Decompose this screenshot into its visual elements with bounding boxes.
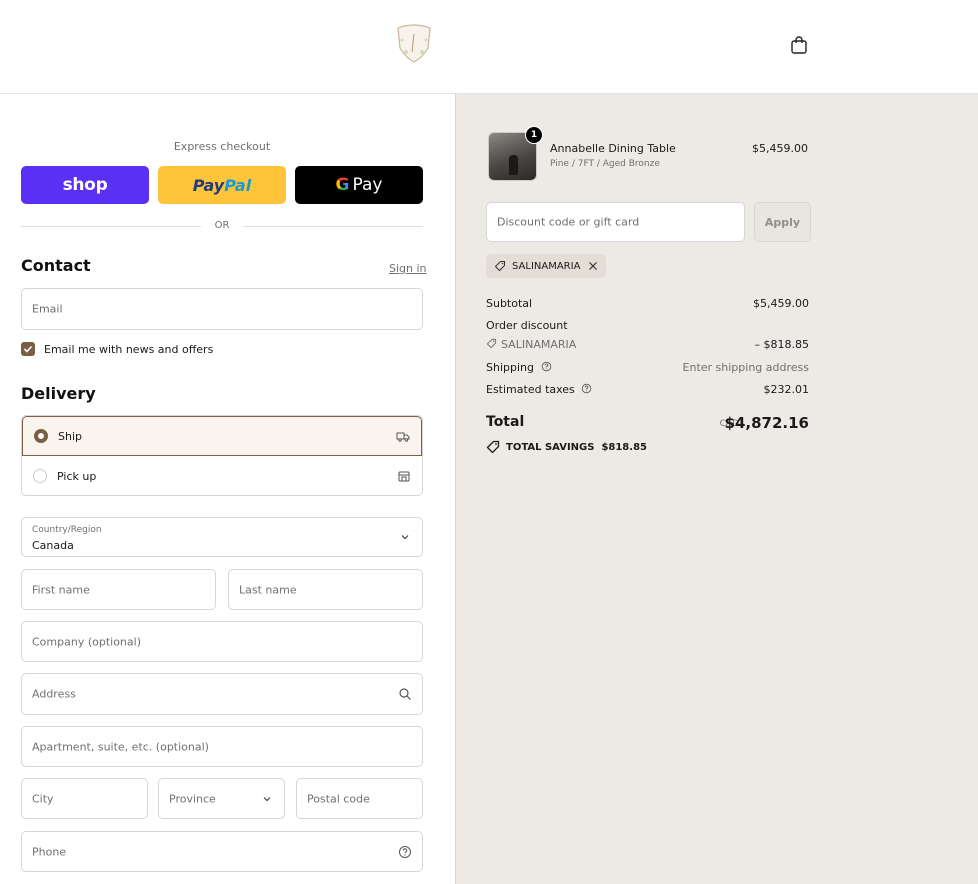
shop-pay-button[interactable]: shop xyxy=(21,166,149,204)
apply-label: Apply xyxy=(764,215,801,229)
apartment-placeholder: Apartment, suite, etc. (optional) xyxy=(32,740,209,753)
subtotal-value: $5,459.00 xyxy=(753,297,809,310)
email-placeholder: Email xyxy=(32,302,63,316)
ship-radio[interactable] xyxy=(34,429,48,443)
province-select[interactable]: Province xyxy=(158,778,285,819)
address-field[interactable]: Address xyxy=(21,673,423,715)
taxes-value: $232.01 xyxy=(763,383,810,396)
pickup-radio[interactable] xyxy=(33,469,47,483)
shopping-bag-icon[interactable] xyxy=(788,34,810,56)
taxes-label: Estimated taxes xyxy=(486,383,575,396)
search-icon xyxy=(399,688,411,700)
delivery-option-pickup[interactable]: Pick up xyxy=(22,456,422,495)
savings-tag-icon xyxy=(486,440,500,454)
order-summary: 1 Annabelle Dining Table Pine / 7FT / Ag… xyxy=(455,94,978,884)
apply-discount-button[interactable]: Apply xyxy=(754,202,811,242)
discount-code-row: SALINAMARIA – $818.85 xyxy=(486,338,809,351)
province-placeholder: Province xyxy=(169,792,216,805)
discount-value: – $818.85 xyxy=(754,338,809,351)
shipping-value: Enter shipping address xyxy=(682,361,809,374)
discount-code-field[interactable]: Discount code or gift card xyxy=(486,202,745,242)
tag-icon xyxy=(486,338,497,349)
savings-label: TOTAL SAVINGS xyxy=(506,441,595,453)
first-name-placeholder: First name xyxy=(32,583,90,596)
store-icon xyxy=(398,471,410,482)
apartment-field[interactable]: Apartment, suite, etc. (optional) xyxy=(21,726,423,767)
or-divider: OR xyxy=(21,220,423,232)
email-field[interactable]: Email xyxy=(21,288,423,330)
savings-value: $818.85 xyxy=(601,441,647,453)
discount-code-label: SALINAMARIA xyxy=(501,338,577,351)
newsletter-checkbox[interactable] xyxy=(21,342,35,356)
delivery-method-group: Ship Pick up xyxy=(21,415,423,496)
product-variant: Pine / 7FT / Aged Bronze xyxy=(550,159,660,169)
total-value: $4,872.16 xyxy=(724,414,809,432)
delivery-option-ship[interactable]: Ship xyxy=(22,416,422,456)
checkout-form: Express checkout shop Pay Pal G Pay OR Con… xyxy=(0,94,455,884)
order-discount-row: Order discount xyxy=(486,319,809,332)
country-select[interactable]: Country/Region Canada xyxy=(21,517,423,557)
company-placeholder: Company (optional) xyxy=(32,635,141,648)
contact-heading: Contact xyxy=(21,256,91,275)
checkout-header xyxy=(0,0,978,94)
taxes-row: Estimated taxes $232.01 xyxy=(486,383,809,396)
delivery-heading: Delivery xyxy=(21,384,96,403)
product-image-shape xyxy=(509,155,518,175)
country-value: Canada xyxy=(32,539,74,552)
ship-label: Ship xyxy=(58,429,82,443)
quantity-badge: 1 xyxy=(525,126,543,144)
paypal-label-part2: Pal xyxy=(224,175,252,195)
shipping-label: Shipping xyxy=(486,361,534,374)
subtotal-row: Subtotal $5,459.00 xyxy=(486,297,809,310)
google-pay-label: Pay xyxy=(352,175,383,195)
shipping-row: Shipping Enter shipping address xyxy=(486,361,809,374)
pickup-label: Pick up xyxy=(57,469,97,483)
product-name: Annabelle Dining Table xyxy=(550,142,676,155)
city-placeholder: City xyxy=(32,792,54,805)
country-label: Country/Region xyxy=(32,525,102,535)
sign-in-link[interactable]: Sign in xyxy=(389,262,427,275)
truck-icon xyxy=(396,432,410,442)
paypal-label-part1: Pay xyxy=(192,175,225,195)
product-price: $5,459.00 xyxy=(752,142,808,155)
brand-crest-icon[interactable] xyxy=(392,22,436,64)
shop-pay-label: shop xyxy=(62,175,108,195)
applied-discount-chip: SALINAMARIA xyxy=(486,254,607,278)
first-name-field[interactable]: First name xyxy=(21,569,216,610)
total-row: Total CAD $4,872.16 xyxy=(486,414,809,432)
google-g-icon: G xyxy=(335,175,350,195)
chevron-down-icon xyxy=(263,796,271,801)
paypal-button[interactable]: Pay Pal xyxy=(158,166,286,204)
last-name-field[interactable]: Last name xyxy=(228,569,423,610)
checkmark-icon xyxy=(23,345,33,353)
postal-placeholder: Postal code xyxy=(307,792,370,805)
tag-icon xyxy=(494,261,505,272)
discount-placeholder: Discount code or gift card xyxy=(497,215,640,229)
newsletter-label: Email me with news and offers xyxy=(44,342,214,356)
divider-line-right xyxy=(243,226,423,227)
phone-placeholder: Phone xyxy=(32,845,67,858)
applied-code-label: SALINAMARIA xyxy=(512,260,581,272)
google-pay-button[interactable]: G Pay xyxy=(295,166,423,204)
phone-field[interactable]: Phone xyxy=(21,831,423,872)
company-field[interactable]: Company (optional) xyxy=(21,621,423,662)
close-icon[interactable] xyxy=(588,261,598,271)
last-name-placeholder: Last name xyxy=(239,583,297,596)
postal-code-field[interactable]: Postal code xyxy=(296,778,423,819)
express-checkout-title: Express checkout xyxy=(173,140,271,153)
subtotal-label: Subtotal xyxy=(486,297,533,310)
newsletter-checkbox-row[interactable]: Email me with news and offers xyxy=(21,342,213,356)
city-field[interactable]: City xyxy=(21,778,148,819)
chevron-down-icon xyxy=(401,535,409,540)
total-label: Total xyxy=(486,414,525,430)
help-circle-icon[interactable] xyxy=(581,383,592,394)
total-savings: TOTAL SAVINGS $818.85 xyxy=(486,440,647,454)
address-placeholder: Address xyxy=(32,687,76,701)
help-circle-icon[interactable] xyxy=(398,845,412,859)
order-discount-label: Order discount xyxy=(486,319,568,332)
help-circle-icon[interactable] xyxy=(541,361,552,372)
